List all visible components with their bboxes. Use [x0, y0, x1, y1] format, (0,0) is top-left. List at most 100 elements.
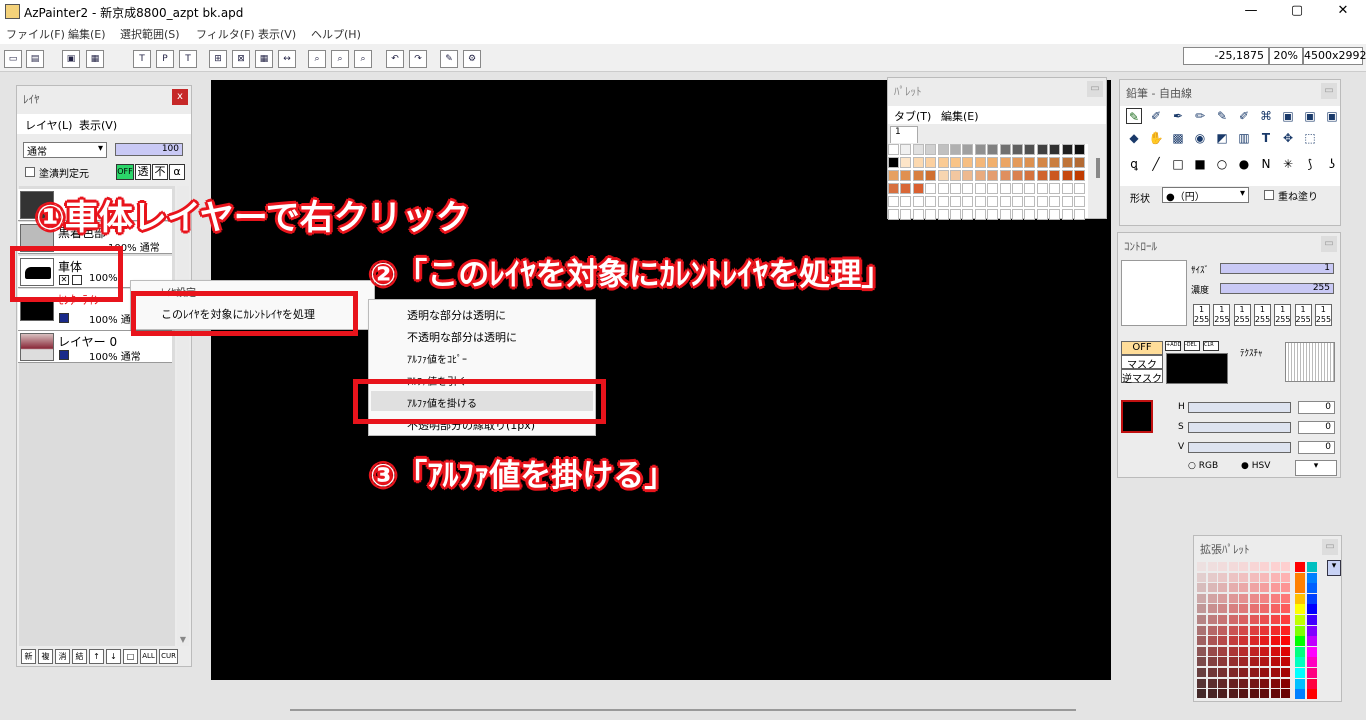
palette-swatch[interactable] [937, 144, 949, 155]
extended-palette-swatch[interactable] [1260, 604, 1269, 614]
palette-swatch[interactable] [1061, 183, 1073, 194]
fill2-icon[interactable]: ◉ [1192, 130, 1208, 146]
palette-swatch[interactable] [1036, 170, 1048, 181]
layer-menu-view[interactable]: 表示(V) [79, 117, 117, 133]
palette-swatch[interactable] [950, 209, 961, 220]
extended-palette-swatch[interactable] [1249, 604, 1259, 614]
extended-palette-swatch[interactable] [1249, 636, 1259, 646]
fill-check-box[interactable] [25, 167, 35, 177]
extended-palette-swatch[interactable] [1239, 615, 1248, 624]
extended-palette-swatch[interactable] [1197, 604, 1206, 614]
extended-palette-swatch[interactable] [1239, 562, 1248, 571]
extended-palette-hue[interactable] [1295, 593, 1305, 604]
shape-select[interactable]: ●（円） ▾ [1162, 187, 1249, 203]
palette-swatch[interactable] [912, 157, 924, 168]
extended-palette-hue[interactable] [1307, 572, 1317, 583]
palette-swatch[interactable] [1012, 183, 1023, 194]
palette-menu-tab[interactable]: タブ(T) [894, 108, 931, 124]
extended-palette-swatch[interactable] [1218, 625, 1227, 635]
palette-swatch[interactable] [999, 209, 1011, 220]
menu-filter[interactable]: フィルタ(F) [196, 26, 255, 42]
value-slider[interactable] [1188, 442, 1291, 453]
saveas-icon[interactable]: ▦ [86, 50, 104, 68]
layer-all-button[interactable]: ALL [140, 649, 157, 664]
palette-swatch[interactable] [1012, 157, 1023, 168]
extended-palette-swatch[interactable] [1249, 572, 1259, 582]
layer-list-scrollbar[interactable]: ▼ [177, 186, 189, 646]
text-icon[interactable]: T [133, 50, 151, 68]
mode-opaque-button[interactable]: 不 [152, 164, 168, 180]
extended-palette-swatch[interactable] [1249, 593, 1259, 603]
palette-swatch[interactable] [1024, 170, 1036, 181]
menu-edit[interactable]: 編集(E) [68, 26, 106, 42]
size-slider[interactable]: 1 [1220, 263, 1334, 274]
extended-palette-swatch[interactable] [1228, 646, 1238, 656]
extended-palette-hue[interactable] [1307, 636, 1317, 647]
menu-help[interactable]: ヘルプ(H) [311, 26, 361, 42]
extended-palette-swatch[interactable] [1218, 646, 1227, 656]
extended-palette-swatch[interactable] [1197, 625, 1206, 635]
color-mode-dropdown[interactable]: ▾ [1295, 460, 1337, 476]
rect-icon[interactable]: □ [1170, 156, 1186, 172]
hue-value[interactable]: 0 [1298, 401, 1335, 414]
extended-palette-swatch[interactable] [1239, 657, 1248, 667]
extended-palette-swatch[interactable] [1218, 593, 1227, 603]
extended-palette-swatch[interactable] [1239, 689, 1248, 699]
palette-swatch[interactable] [1061, 196, 1073, 207]
extended-palette-swatch[interactable] [1281, 625, 1290, 635]
extended-palette-swatch[interactable] [1218, 678, 1227, 688]
extended-palette-hue[interactable] [1307, 646, 1317, 657]
extended-palette-swatch[interactable] [1197, 678, 1206, 688]
palette-swatch[interactable] [1024, 157, 1036, 168]
palette-swatch[interactable] [1036, 209, 1048, 220]
polyline-icon[interactable]: N [1258, 156, 1274, 172]
extended-palette-swatch[interactable] [1197, 668, 1206, 677]
extended-palette-swatch[interactable] [1281, 678, 1290, 688]
palette-swatch[interactable] [962, 157, 974, 168]
extended-palette-swatch[interactable] [1281, 636, 1290, 646]
extended-palette-swatch[interactable] [1260, 689, 1269, 699]
extended-palette-swatch[interactable] [1239, 583, 1248, 593]
palette-swatch[interactable] [912, 196, 924, 207]
extended-palette-swatch[interactable] [1260, 668, 1269, 677]
mask-del-button[interactable]: -DEL [1184, 341, 1200, 351]
palette-swatch[interactable] [1061, 157, 1073, 168]
size-preset-button[interactable]: 1 255 [1314, 304, 1332, 326]
smudge-icon[interactable]: ✋ [1148, 130, 1164, 146]
hsv-radio[interactable]: ● HSV [1241, 461, 1270, 471]
extended-palette-swatch[interactable] [1207, 604, 1217, 614]
extended-palette-swatch[interactable] [1228, 615, 1238, 624]
overlay-checkbox[interactable] [1264, 190, 1274, 200]
layer-cur-button[interactable]: CUR [159, 649, 178, 664]
palette-swatch[interactable] [950, 144, 961, 155]
palette-swatch[interactable] [950, 157, 961, 168]
palette-swatch[interactable] [974, 157, 986, 168]
extended-palette-swatch[interactable] [1197, 689, 1206, 699]
extended-palette-swatch[interactable] [1270, 636, 1280, 646]
palette-swatch[interactable] [1049, 157, 1061, 168]
palette-swatch[interactable] [1036, 183, 1048, 194]
extended-palette-hue[interactable] [1295, 562, 1305, 572]
close-button[interactable]: ✕ [1320, 0, 1366, 24]
palette-swatch[interactable] [1036, 196, 1048, 207]
extended-palette-swatch[interactable] [1228, 562, 1238, 571]
palette-swatch[interactable] [1074, 157, 1085, 168]
palette-swatch[interactable] [962, 209, 974, 220]
mask-off-button[interactable]: OFF [1121, 341, 1163, 355]
extended-palette-swatch[interactable] [1249, 562, 1259, 571]
extended-palette-swatch[interactable] [1260, 572, 1269, 582]
palette-swatch[interactable] [1061, 209, 1073, 220]
extended-palette-swatch[interactable] [1249, 668, 1259, 677]
extended-palette-swatch[interactable] [1260, 562, 1269, 571]
extended-palette-swatch[interactable] [1207, 562, 1217, 571]
palette-swatch[interactable] [900, 157, 912, 168]
palette-swatch[interactable] [1012, 144, 1023, 155]
extended-palette-swatch[interactable] [1207, 657, 1217, 667]
extended-palette-swatch[interactable] [1239, 572, 1248, 582]
extended-palette-swatch[interactable] [1228, 636, 1238, 646]
palette-swatch[interactable] [1036, 144, 1048, 155]
extended-palette-swatch[interactable] [1260, 593, 1269, 603]
zoom-reset-icon[interactable]: ⌕ [354, 50, 372, 68]
extended-palette-swatch[interactable] [1207, 678, 1217, 688]
rgb-radio[interactable]: ○ RGB [1188, 461, 1218, 471]
